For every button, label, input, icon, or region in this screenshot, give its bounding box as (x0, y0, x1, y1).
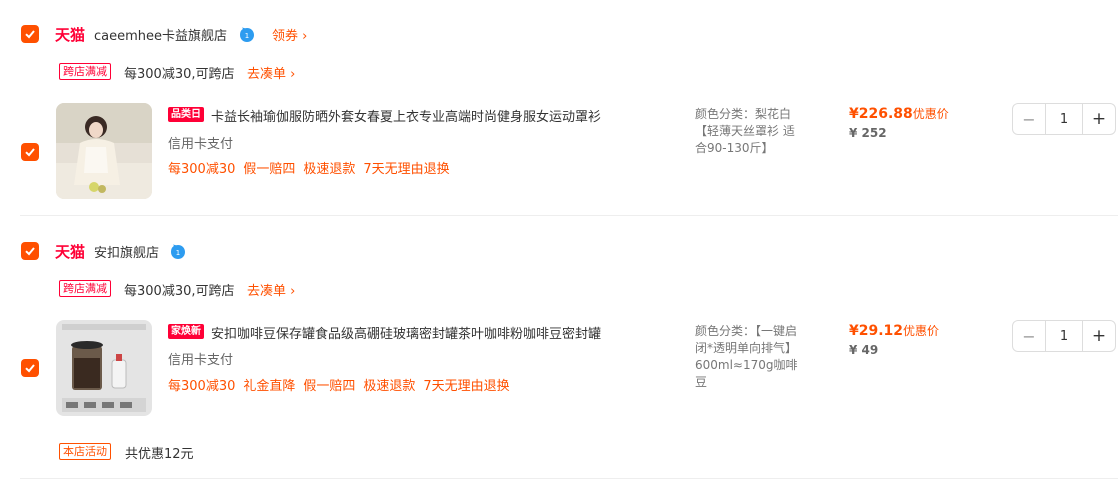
cross-store-discount-tag: 跨店满减 (59, 280, 111, 297)
go-add-items-link[interactable]: 去凑单 › (247, 63, 295, 82)
service-tag: 7天无理由退换 (423, 379, 510, 394)
original-price: ¥ 49 (849, 343, 879, 357)
section-divider (20, 215, 1118, 216)
price-value: 29.12 (858, 323, 904, 339)
shop-name-link[interactable]: 安扣旗舰店 (94, 242, 159, 261)
section-divider (20, 478, 1118, 479)
service-tag: 每300减30 (168, 379, 236, 394)
svg-text:1: 1 (176, 249, 180, 257)
plus-icon: + (1091, 326, 1107, 346)
wangwang-chat-icon[interactable]: 1 (170, 244, 186, 260)
service-tag: 每300减30 (168, 162, 236, 177)
service-tags: 每300减30 礼金直降 假一赔四 极速退款 7天无理由退换 (168, 375, 518, 394)
store-activity-tag: 本店活动 (59, 443, 111, 460)
increase-button[interactable]: + (1083, 321, 1115, 351)
shop-name-link[interactable]: caeemhee卡益旗舰店 (94, 25, 227, 44)
price-note: 优惠价 (903, 324, 940, 338)
tmall-logo: 天猫 (55, 243, 86, 261)
go-add-items-link[interactable]: 去凑单 › (247, 280, 295, 299)
payment-method: 信用卡支付 (168, 353, 234, 368)
tmall-logo: 天猫 (55, 26, 86, 44)
promo-text: 每300减30,可跨店 (124, 67, 235, 82)
check-icon (25, 148, 35, 157)
product-thumbnail[interactable] (56, 103, 152, 199)
increase-button[interactable]: + (1083, 104, 1115, 134)
category-day-badge: 品类日 (168, 107, 204, 122)
price-currency: ¥ (849, 323, 859, 339)
item-checkbox[interactable] (21, 143, 39, 161)
product-thumbnail[interactable] (56, 320, 152, 416)
service-tag: 礼金直降 (243, 379, 296, 394)
get-coupon-link[interactable]: 领券 › (272, 25, 307, 44)
item-checkbox[interactable] (21, 359, 39, 377)
quantity-stepper[interactable]: − 1 + (1012, 320, 1116, 352)
decrease-button[interactable]: − (1013, 104, 1045, 134)
quantity-stepper[interactable]: − 1 + (1012, 103, 1116, 135)
minus-icon: − (1022, 326, 1036, 346)
service-tag: 7天无理由退换 (363, 162, 450, 177)
price-note: 优惠价 (912, 107, 949, 121)
check-icon (25, 30, 35, 39)
promo-text: 每300减30,可跨店 (124, 284, 235, 299)
home-renewal-badge: 家焕新 (168, 324, 204, 339)
cross-store-discount-tag: 跨店满减 (59, 63, 111, 80)
price-currency: ¥ (849, 106, 859, 122)
store-activity-text: 共优惠12元 (125, 447, 194, 462)
product-title-link[interactable]: 卡益长袖瑜伽服防晒外套女春夏上衣专业高端时尚健身服女运动罩衫 (211, 106, 601, 125)
product-title-link[interactable]: 安扣咖啡豆保存罐食品级高硼硅玻璃密封罐茶叶咖啡粉咖啡豆密封罐 (211, 323, 601, 342)
svg-text:1: 1 (245, 32, 249, 40)
wangwang-chat-icon[interactable]: 1 (239, 27, 255, 43)
original-price: ¥ 252 (849, 126, 887, 140)
check-icon (25, 247, 35, 256)
service-tags: 每300减30 假一赔四 极速退款 7天无理由退换 (168, 158, 458, 177)
minus-icon: − (1022, 109, 1036, 129)
payment-method: 信用卡支付 (168, 137, 234, 152)
store-checkbox[interactable] (21, 242, 39, 260)
service-tag: 假一赔四 (303, 379, 356, 394)
sku-info[interactable]: 颜色分类：梨花白【轻薄天丝罩衫 适合90-130斤】 (695, 106, 805, 157)
service-tag: 极速退款 (363, 379, 416, 394)
quantity-input[interactable]: 1 (1045, 321, 1083, 351)
price-value: 226.88 (858, 106, 913, 122)
service-tag: 极速退款 (303, 162, 356, 177)
current-price: ¥226.88优惠价 (849, 105, 949, 122)
decrease-button[interactable]: − (1013, 321, 1045, 351)
quantity-input[interactable]: 1 (1045, 104, 1083, 134)
store-checkbox[interactable] (21, 25, 39, 43)
plus-icon: + (1091, 109, 1107, 129)
sku-info[interactable]: 颜色分类：【一键启闭*透明单向排气】600ml≈170g咖啡豆 (695, 323, 805, 391)
check-icon (25, 364, 35, 373)
current-price: ¥29.12优惠价 (849, 322, 939, 339)
service-tag: 假一赔四 (243, 162, 296, 177)
